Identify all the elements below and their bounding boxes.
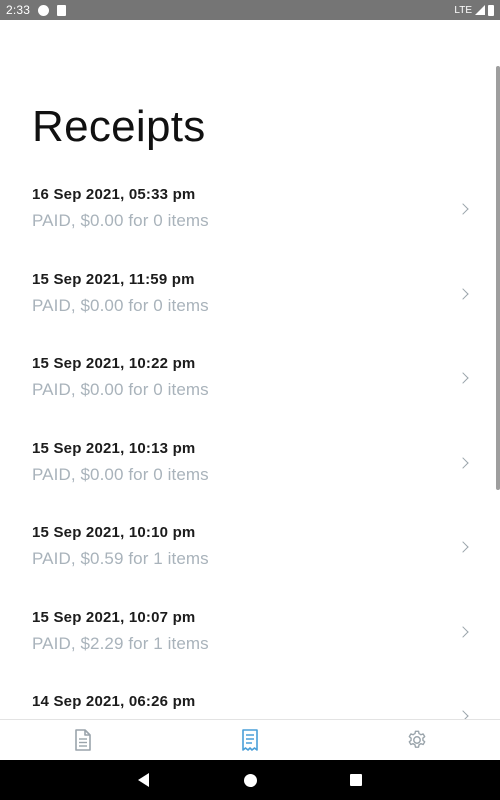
receipt-date: 15 Sep 2021, 10:10 pm xyxy=(32,524,196,541)
chevron-right-icon xyxy=(457,541,469,553)
chevron-right-icon xyxy=(457,456,469,469)
system-nav-bar xyxy=(0,760,500,800)
receipt-summary: PAID, $0.59 for 1 items xyxy=(32,549,209,568)
receipt-row[interactable]: 15 Sep 2021, 10:13 pm PAID, $0.00 for 0 … xyxy=(0,422,500,507)
chevron-right-icon xyxy=(457,710,469,719)
recents-button[interactable] xyxy=(326,760,386,800)
chevron-right-icon xyxy=(457,203,469,215)
sd-card-icon xyxy=(57,4,67,16)
receipt-date: 15 Sep 2021, 10:13 pm xyxy=(32,439,196,457)
receipt-row[interactable]: 15 Sep 2021, 10:22 pm PAID, $0.00 for 0 … xyxy=(0,337,500,422)
receipt-row[interactable]: 16 Sep 2021, 05:33 pm PAID, $0.00 for 0 … xyxy=(0,168,500,253)
receipt-row[interactable]: 15 Sep 2021, 11:59 pm PAID, $0.00 for 0 … xyxy=(0,253,500,338)
nav-receipts[interactable] xyxy=(220,720,280,760)
receipt-summary: PAID, $0.00 for 0 items xyxy=(32,464,209,484)
receipt-icon xyxy=(242,729,258,751)
chevron-right-icon xyxy=(457,372,469,384)
status-time: 2:33 xyxy=(6,3,31,17)
notification-app-icon xyxy=(38,4,50,16)
signal-icon xyxy=(475,5,485,15)
receipt-row[interactable]: 15 Sep 2021, 10:07 pm PAID, $2.29 for 1 … xyxy=(0,591,500,676)
status-right: LTE xyxy=(454,4,494,16)
status-left: 2:33 xyxy=(6,3,67,17)
nav-settings[interactable] xyxy=(387,720,447,760)
battery-icon xyxy=(488,4,494,16)
scrollbar[interactable] xyxy=(496,66,500,490)
receipts-screen: Receipts 16 Sep 2021, 05:33 pm PAID, $0.… xyxy=(0,20,500,719)
home-icon xyxy=(243,773,257,787)
receipt-date: 15 Sep 2021, 10:22 pm xyxy=(32,355,196,372)
nav-documents[interactable] xyxy=(53,720,113,760)
receipt-summary: PAID, $2.29 for 1 items xyxy=(32,633,209,653)
home-button[interactable] xyxy=(220,760,280,800)
receipt-date: 14 Sep 2021, 06:26 pm xyxy=(32,693,196,710)
bottom-nav xyxy=(0,719,500,760)
chevron-right-icon xyxy=(457,625,469,638)
chevron-right-icon xyxy=(457,287,469,300)
receipt-summary: PAID, $0.00 for 0 items xyxy=(32,380,209,399)
back-icon xyxy=(137,773,149,787)
recents-icon xyxy=(350,774,362,786)
receipt-row[interactable]: 15 Sep 2021, 10:10 pm PAID, $0.59 for 1 … xyxy=(0,506,500,591)
receipt-date: 15 Sep 2021, 11:59 pm xyxy=(32,270,195,288)
document-icon xyxy=(75,729,92,751)
page-title: Receipts xyxy=(32,102,206,151)
receipt-row[interactable]: 14 Sep 2021, 06:26 pm xyxy=(0,675,500,719)
network-type: LTE xyxy=(454,4,472,16)
back-button[interactable] xyxy=(113,760,173,800)
receipt-summary: PAID, $0.00 for 0 items xyxy=(32,295,209,315)
receipt-summary: PAID, $0.00 for 0 items xyxy=(32,211,209,230)
receipt-date: 15 Sep 2021, 10:07 pm xyxy=(32,608,196,626)
receipt-list: 16 Sep 2021, 05:33 pm PAID, $0.00 for 0 … xyxy=(0,168,500,719)
gear-icon xyxy=(408,730,426,748)
status-bar: 2:33 LTE xyxy=(0,0,500,20)
receipt-date: 16 Sep 2021, 05:33 pm xyxy=(32,186,196,203)
